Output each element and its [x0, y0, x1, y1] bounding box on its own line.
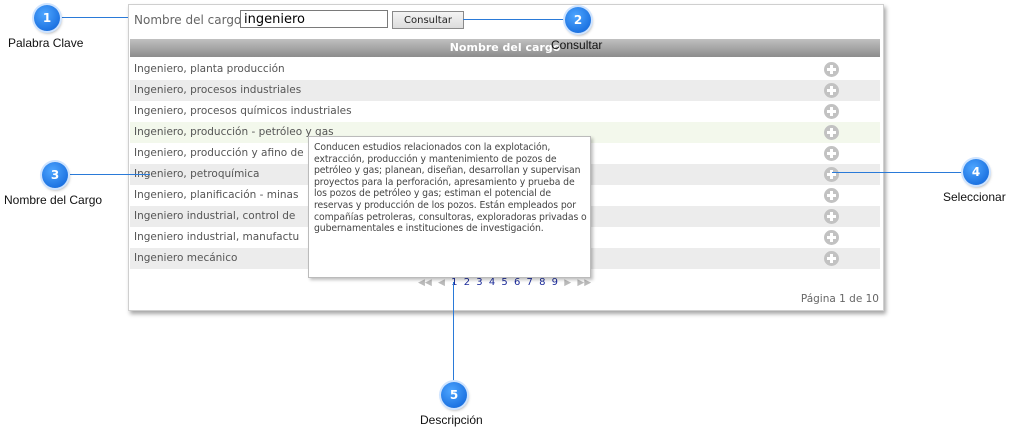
job-title: Ingeniero, petroquímica — [134, 168, 260, 180]
plus-circle-icon[interactable] — [824, 209, 839, 224]
job-title: Ingeniero, producción - petróleo y gas — [134, 126, 334, 138]
consultar-button[interactable]: Consultar — [392, 11, 464, 29]
callout-line-1 — [60, 17, 128, 18]
page-link[interactable]: 7 — [527, 277, 533, 288]
callout-label-5: Descripción — [420, 413, 483, 427]
job-title: Ingeniero, procesos industriales — [134, 84, 302, 96]
callout-label-4: Seleccionar — [943, 190, 1006, 204]
job-title: Ingeniero, producción y afino de — [134, 147, 304, 159]
list-item[interactable]: Ingeniero, procesos industriales — [130, 80, 880, 101]
plus-circle-icon[interactable] — [824, 62, 839, 77]
callout-label-2: Consultar — [551, 38, 603, 52]
callout-badge-5: 5 — [441, 382, 467, 408]
last-page-icon[interactable]: ▶▶ — [577, 278, 591, 288]
search-label: Nombre del cargo — [134, 13, 242, 27]
callout-line-3 — [70, 174, 150, 175]
job-title: Ingeniero industrial, control de — [134, 210, 296, 222]
job-title: Ingeniero, planta producción — [134, 63, 285, 75]
plus-circle-icon[interactable] — [824, 125, 839, 140]
page-link[interactable]: 8 — [539, 277, 545, 288]
plus-circle-icon[interactable] — [824, 188, 839, 203]
callout-badge-2: 2 — [565, 7, 591, 33]
list-item[interactable]: Ingeniero, procesos químicos industriale… — [130, 101, 880, 122]
plus-circle-icon[interactable] — [824, 251, 839, 266]
plus-circle-icon[interactable] — [824, 146, 839, 161]
plus-circle-icon[interactable] — [824, 167, 839, 182]
page-link[interactable]: 4 — [489, 277, 495, 288]
plus-circle-icon[interactable] — [824, 230, 839, 245]
callout-badge-4: 4 — [963, 159, 989, 185]
callout-label-1: Palabra Clave — [8, 36, 84, 50]
prev-page-icon[interactable]: ◀ — [438, 278, 445, 288]
page-link[interactable]: 5 — [501, 277, 507, 288]
plus-circle-icon[interactable] — [824, 104, 839, 119]
list-item[interactable]: Ingeniero, planta producción — [130, 59, 880, 80]
callout-badge-1: 1 — [34, 5, 60, 31]
search-input[interactable] — [240, 10, 388, 28]
table-header: Nombre del cargo — [130, 39, 880, 57]
page-info: Página 1 de 10 — [800, 293, 879, 305]
next-page-icon[interactable]: ▶ — [564, 278, 571, 288]
job-title: Ingeniero mecánico — [134, 252, 238, 264]
first-page-icon[interactable]: ◀◀ — [418, 278, 432, 288]
callout-line-2 — [463, 19, 565, 20]
job-title: Ingeniero, planificación - minas — [134, 189, 299, 201]
callout-line-4 — [832, 172, 962, 173]
description-tooltip: Conducen estudios relacionados con la ex… — [308, 136, 591, 278]
pagination: ◀◀ ◀ 1 2 3 4 5 6 7 8 9 ▶ ▶▶ — [418, 277, 594, 289]
job-title: Ingeniero, procesos químicos industriale… — [134, 105, 352, 117]
callout-line-5 — [453, 282, 454, 382]
callout-badge-3: 3 — [42, 162, 68, 188]
page-link[interactable]: 3 — [476, 277, 482, 288]
callout-label-3: Nombre del Cargo — [4, 193, 103, 207]
page-link[interactable]: 9 — [552, 277, 558, 288]
plus-circle-icon[interactable] — [824, 83, 839, 98]
job-title: Ingeniero industrial, manufactu — [134, 231, 300, 243]
page-link[interactable]: 6 — [514, 277, 520, 288]
page-link[interactable]: 2 — [464, 277, 470, 288]
